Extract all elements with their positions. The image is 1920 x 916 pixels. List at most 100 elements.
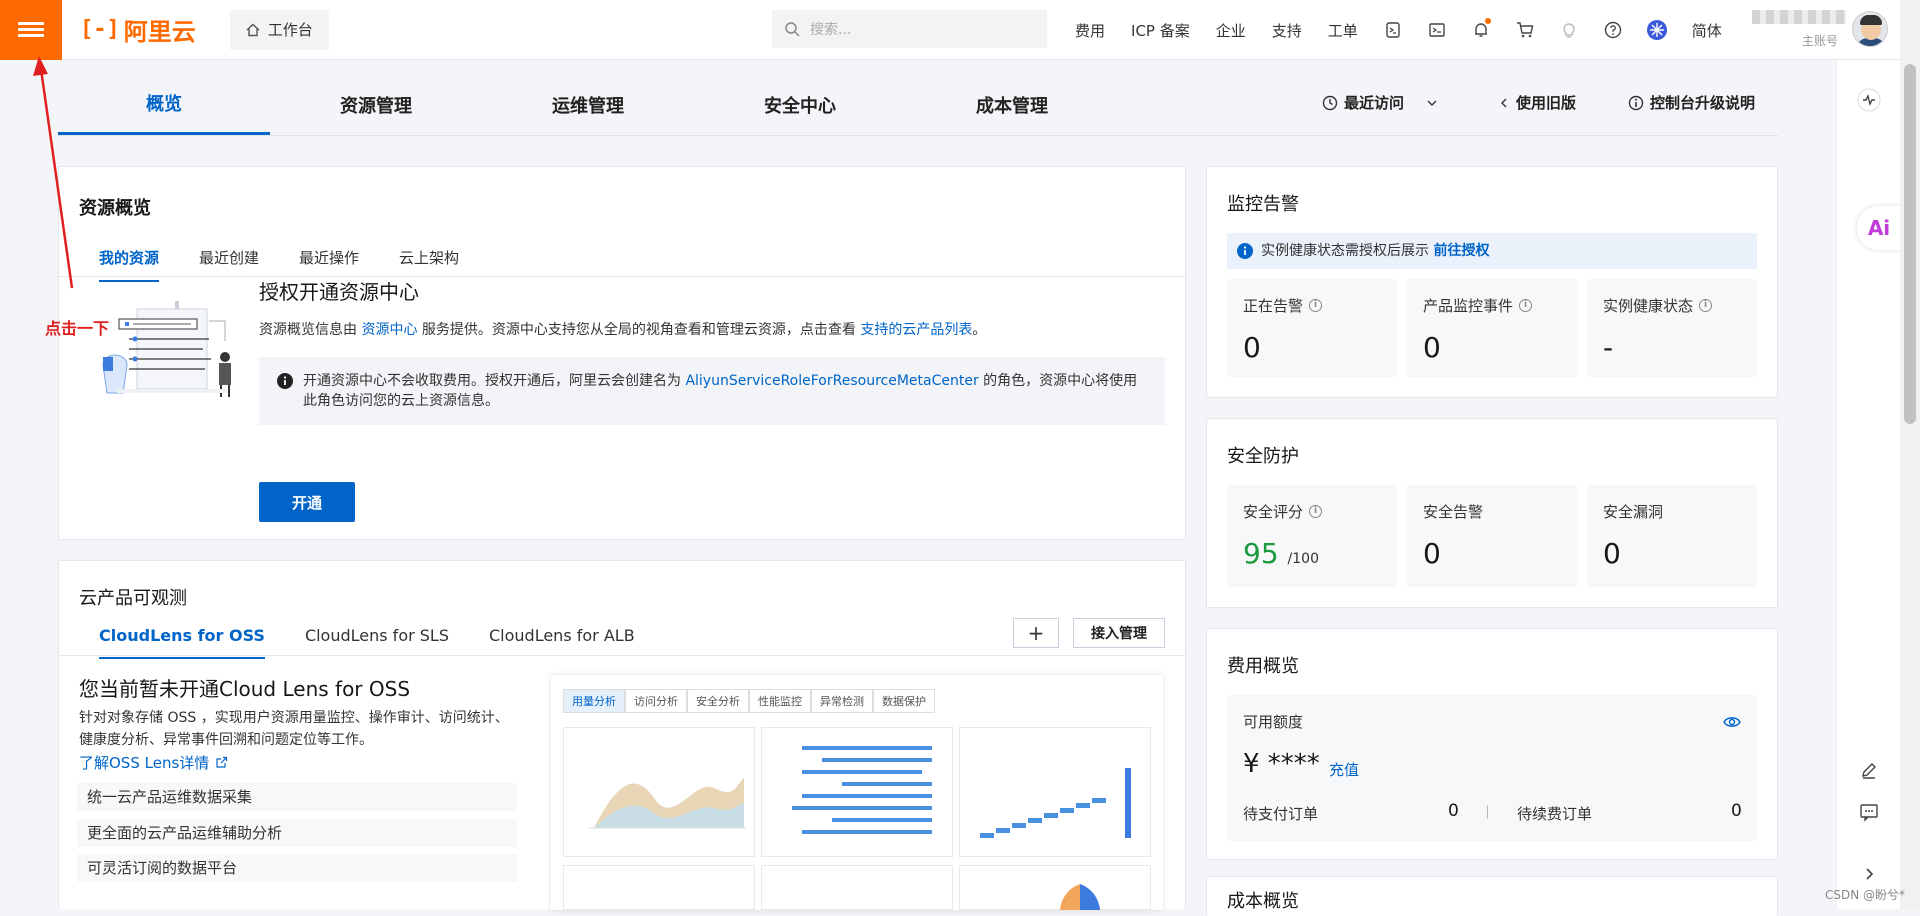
watermark: CSDN @盼兮* bbox=[1825, 888, 1906, 902]
workbench-button[interactable]: 工作台 bbox=[229, 9, 329, 50]
info-icon[interactable]: i bbox=[1699, 299, 1713, 312]
available-credit-label: 可用额度 bbox=[1243, 713, 1304, 731]
menu-icon bbox=[18, 19, 44, 40]
resource-overview-title: 资源概览 bbox=[79, 198, 151, 219]
info-icon bbox=[1628, 95, 1644, 110]
preview-bar-chart bbox=[761, 727, 953, 857]
divider bbox=[1487, 805, 1488, 819]
logo-bracket-icon: [-] bbox=[80, 17, 120, 42]
account-info[interactable]: 主账号 bbox=[1752, 6, 1848, 50]
security-score-max: /100 bbox=[1287, 551, 1319, 567]
avatar[interactable] bbox=[1852, 11, 1888, 47]
nav-icp[interactable]: ICP 备案 bbox=[1131, 20, 1190, 41]
feature-item: 统一云产品运维数据采集 bbox=[77, 783, 517, 811]
info-icon[interactable]: i bbox=[1309, 299, 1323, 312]
aliyun-logo[interactable]: [-] 阿里云 bbox=[80, 12, 196, 47]
info-icon[interactable]: i bbox=[1309, 505, 1323, 518]
stat-instance-health: 实例健康状态 i - bbox=[1587, 279, 1757, 377]
preview-tab: 用量分析 bbox=[563, 689, 625, 713]
billing-title: 费用概览 bbox=[1227, 656, 1299, 677]
search-input[interactable]: 搜索... bbox=[772, 10, 1047, 48]
learn-more-link[interactable]: 了解OSS Lens详情 bbox=[79, 752, 228, 773]
tab-resource-management[interactable]: 资源管理 bbox=[270, 74, 482, 135]
main-tabs: 概览 资源管理 运维管理 安全中心 成本管理 最近访问 使用旧版 控制台升级说明 bbox=[58, 74, 1778, 136]
edit-icon[interactable] bbox=[1859, 760, 1879, 780]
stat-value: 0 bbox=[1423, 537, 1441, 570]
nav-fees[interactable]: 费用 bbox=[1075, 20, 1105, 41]
upgrade-note-link[interactable]: 控制台升级说明 bbox=[1628, 92, 1755, 113]
recent-visits-dropdown[interactable]: 最近访问 bbox=[1322, 92, 1444, 113]
eye-icon[interactable] bbox=[1723, 715, 1741, 729]
supported-products-link[interactable]: 支持的云产品列表 bbox=[860, 322, 972, 338]
authorize-link[interactable]: 前往授权 bbox=[1433, 243, 1489, 259]
add-button[interactable]: + bbox=[1013, 618, 1059, 648]
stat-label-text: 正在告警 bbox=[1243, 297, 1304, 315]
scrollbar-thumb[interactable] bbox=[1904, 64, 1916, 424]
tab-cost-management[interactable]: 成本管理 bbox=[906, 74, 1118, 135]
tab-security-center[interactable]: 安全中心 bbox=[694, 74, 906, 135]
resource-center-link[interactable]: 资源中心 bbox=[361, 322, 417, 338]
open-resource-center-button[interactable]: 开通 bbox=[259, 482, 355, 522]
hamburger-menu-button[interactable] bbox=[0, 0, 62, 60]
stat-label: 产品监控事件 i bbox=[1423, 295, 1533, 316]
nav-ticket[interactable]: 工单 bbox=[1328, 20, 1358, 41]
search-icon bbox=[785, 22, 800, 37]
preview-area-chart bbox=[563, 727, 755, 857]
stat-label: 实例健康状态 i bbox=[1603, 295, 1713, 316]
resource-center-description: 资源概览信息由 资源中心 服务提供。资源中心支持您从全局的视角查看和管理云资源，… bbox=[259, 319, 986, 339]
clock-icon bbox=[1322, 95, 1338, 110]
preview-tab: 异常检测 bbox=[811, 689, 873, 713]
cloudlens-heading: 您当前暂未开通Cloud Lens for OSS bbox=[79, 677, 411, 701]
ai-float-button[interactable]: Ai bbox=[1857, 206, 1901, 250]
security-score-value: 95 /100 bbox=[1243, 537, 1319, 570]
cloud-shell-icon[interactable] bbox=[1382, 19, 1404, 41]
preview-tab: 访问分析 bbox=[625, 689, 687, 713]
old-version-label: 使用旧版 bbox=[1516, 94, 1577, 112]
help-icon[interactable] bbox=[1602, 19, 1624, 41]
info-icon[interactable]: i bbox=[1519, 299, 1533, 312]
stat-security-alerts: 安全告警 0 bbox=[1407, 485, 1577, 587]
nav-enterprise[interactable]: 企业 bbox=[1216, 20, 1246, 41]
stat-label: 正在告警 i bbox=[1243, 295, 1323, 316]
preview-tab: 性能监控 bbox=[749, 689, 811, 713]
lightbulb-icon[interactable] bbox=[1558, 19, 1580, 41]
stat-value: 0 bbox=[1423, 331, 1441, 364]
language-switch[interactable]: 简体 bbox=[1692, 20, 1722, 41]
cart-icon[interactable] bbox=[1514, 19, 1536, 41]
ai-assistant-icon[interactable] bbox=[1646, 19, 1668, 41]
top-nav: 费用 ICP 备案 企业 支持 工单 简体 bbox=[1062, 0, 1735, 60]
preview-heatmap bbox=[959, 727, 1151, 857]
tab-overview[interactable]: 概览 bbox=[58, 74, 270, 135]
recharge-link[interactable]: 充值 bbox=[1329, 759, 1359, 780]
desc-prefix: 资源概览信息由 bbox=[259, 322, 362, 338]
workbench-label: 工作台 bbox=[267, 21, 313, 39]
search-placeholder: 搜索... bbox=[810, 22, 852, 38]
tab-ops-management[interactable]: 运维管理 bbox=[482, 74, 694, 135]
upgrade-note-label: 控制台升级说明 bbox=[1650, 94, 1756, 112]
feedback-icon[interactable] bbox=[1859, 802, 1879, 822]
monitor-alert-card: 监控告警 实例健康状态需授权后展示 前往授权 正在告警 i 0 产品监控事件 i 0… bbox=[1206, 166, 1778, 398]
resource-center-heading: 授权开通资源中心 bbox=[259, 280, 419, 304]
nav-support[interactable]: 支持 bbox=[1272, 20, 1302, 41]
feature-item: 更全面的云产品运维辅助分析 bbox=[77, 819, 517, 847]
feature-item: 可灵活订阅的数据平台 bbox=[77, 854, 517, 882]
old-version-link[interactable]: 使用旧版 bbox=[1498, 92, 1576, 113]
credit-amount: ¥ **** bbox=[1243, 749, 1320, 779]
bell-icon[interactable] bbox=[1470, 18, 1492, 41]
service-role-link[interactable]: AliyunServiceRoleForResourceMetaCenter bbox=[685, 373, 978, 389]
security-card: 安全防护 安全评分 i 95 /100 安全告警 0 安全漏洞 0 bbox=[1206, 418, 1778, 608]
renewal-orders-count[interactable]: 0 bbox=[1731, 801, 1742, 821]
access-management-button[interactable]: 接入管理 bbox=[1073, 618, 1165, 648]
monitor-notice-text: 实例健康状态需授权后展示 bbox=[1261, 243, 1434, 259]
terminal-icon[interactable] bbox=[1426, 19, 1448, 41]
stat-security-vulnerabilities: 安全漏洞 0 bbox=[1587, 485, 1757, 587]
pending-orders-count[interactable]: 0 bbox=[1448, 801, 1459, 821]
chevron-right-icon[interactable] bbox=[1861, 866, 1877, 882]
page-scrollbar[interactable] bbox=[1900, 0, 1920, 909]
resource-center-illustration bbox=[102, 301, 231, 397]
account-type: 主账号 bbox=[1801, 34, 1838, 48]
home-icon bbox=[246, 23, 260, 36]
health-monitor-icon[interactable] bbox=[1857, 88, 1881, 112]
security-score: 95 bbox=[1243, 537, 1279, 570]
preview-panel bbox=[959, 865, 1151, 910]
